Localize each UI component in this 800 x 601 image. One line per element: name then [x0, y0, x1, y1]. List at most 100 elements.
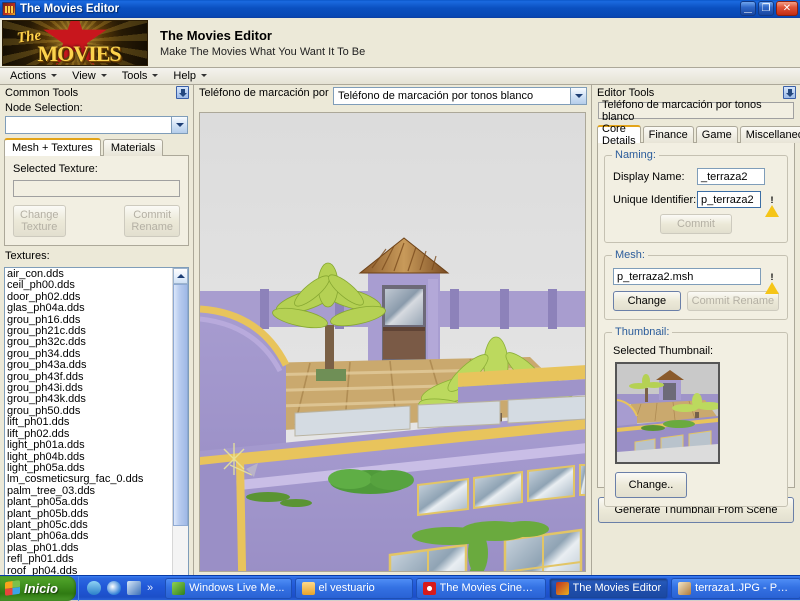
minimize-button[interactable]: _: [740, 0, 756, 16]
menu-actions[interactable]: Actions: [4, 69, 64, 84]
thumbnail-legend: Thumbnail:: [612, 326, 673, 338]
internet-explorer-icon[interactable]: [107, 581, 121, 595]
object-select-combo[interactable]: Teléfono de marcación por tonos blanco: [333, 87, 587, 105]
mesh-group: Mesh: p_terraza2.msh ! Change Commit Ren…: [604, 249, 788, 320]
texture-list-item[interactable]: light_ph01a.dds: [7, 439, 172, 451]
selected-texture-input[interactable]: [13, 180, 180, 197]
textures-scrollbar[interactable]: [172, 268, 188, 591]
tab-core-details[interactable]: Core Details: [597, 123, 641, 147]
node-selection-label: Node Selection:: [5, 102, 83, 114]
texture-list-item[interactable]: plant_ph05a.dds: [7, 496, 172, 508]
mesh-row: p_terraza2.msh !: [613, 268, 779, 294]
banner-subtitle: Make The Movies What You Want It To Be: [160, 45, 366, 58]
commit-naming-button[interactable]: Commit: [660, 214, 732, 234]
display-name-row: Display Name: _terraza2: [613, 168, 779, 185]
taskbar-tasks: Windows Live Me... el vestuario The Movies…: [159, 576, 800, 601]
textures-list[interactable]: air_con.dds ceil_ph00.dds door_ph02.dds gla…: [5, 268, 172, 591]
change-texture-button[interactable]: Change Texture: [13, 205, 66, 237]
commit-rename-texture-button[interactable]: Commit Rename: [124, 205, 180, 237]
object-select-value: Teléfono de marcación por tonos blanco: [338, 90, 534, 102]
banner-title: The Movies Editor: [160, 27, 272, 43]
taskbar-task-button[interactable]: el vestuario: [294, 577, 413, 599]
scrollbar-thumb[interactable]: [173, 284, 188, 526]
commit-rename-mesh-button[interactable]: Commit Rename: [686, 291, 779, 311]
mesh-legend: Mesh:: [612, 249, 648, 261]
viewport-panel: Teléfono de marcación por Teléfono de ma…: [195, 85, 590, 575]
chevron-down-icon[interactable]: [171, 117, 187, 133]
tab-mesh-textures-label: Mesh + Textures: [12, 142, 93, 154]
window-titlebar: The Movies Editor _ ❐ ✕: [0, 0, 800, 18]
unique-identifier-input[interactable]: p_terraza2: [697, 191, 761, 208]
tab-miscellaneous[interactable]: Miscellaneous: [739, 126, 800, 143]
taskbar-task-label: The Movies Editor: [572, 582, 662, 594]
start-button[interactable]: Inicio: [0, 575, 76, 601]
tab-core-details-label: Core Details: [602, 123, 636, 147]
taskbar-task-button[interactable]: The Movies Editor: [548, 577, 669, 599]
taskbar-task-label: terraza1.JPG - Paint: [695, 582, 795, 594]
tab-materials[interactable]: Materials: [102, 139, 164, 156]
warning-triangle-icon: !: [765, 193, 779, 217]
commit-naming-label: Commit: [677, 218, 715, 230]
tab-finance[interactable]: Finance: [642, 126, 694, 143]
selected-thumbnail-label: Selected Thumbnail:: [613, 345, 714, 357]
object-name-display: Teléfono de marcación por tonos blanco: [598, 99, 794, 123]
window-title: The Movies Editor: [20, 3, 120, 15]
window-controls: _ ❐ ✕: [740, 0, 798, 16]
chevron-down-icon: [51, 74, 58, 77]
thumbnail-preview[interactable]: [615, 362, 720, 464]
restore-button[interactable]: ❐: [758, 1, 774, 16]
tab-mesh-textures[interactable]: Mesh + Textures: [4, 138, 101, 156]
pin-down-icon[interactable]: [783, 86, 796, 99]
commit-rename-label-1: Commit: [133, 209, 172, 221]
menu-help[interactable]: Help: [167, 69, 214, 84]
texture-list-item[interactable]: lift_ph01.dds: [7, 416, 172, 428]
texture-button-row: Change Texture Commit Rename: [13, 205, 180, 237]
right-tabstrip: Core Details Finance Game Miscellaneous: [592, 123, 800, 147]
display-name-input[interactable]: _terraza2: [697, 168, 765, 185]
texture-list-item[interactable]: grou_ph43a.dds: [7, 359, 172, 371]
texture-list-item[interactable]: refl_ph01.dds: [7, 553, 172, 565]
taskbar-task-label: el vestuario: [318, 582, 375, 594]
logo-movies-text: MOVIES: [37, 40, 121, 66]
windows-flag-icon: [5, 579, 20, 597]
movies-app-icon: [2, 2, 16, 16]
menu-tools[interactable]: Tools: [116, 69, 166, 84]
texture-list-item[interactable]: glas_ph04a.dds: [7, 302, 172, 314]
change-mesh-button[interactable]: Change: [613, 291, 681, 311]
change-thumbnail-button[interactable]: Change..: [615, 472, 687, 498]
taskbar-task-label: Windows Live Me...: [189, 582, 285, 594]
menu-view[interactable]: View: [66, 69, 114, 84]
more-chevron-icon[interactable]: »: [147, 582, 153, 594]
taskbar-task-button[interactable]: terraza1.JPG - Paint: [671, 577, 800, 599]
opera-icon: [422, 581, 436, 595]
taskbar-task-button[interactable]: Windows Live Me...: [165, 577, 292, 599]
texture-list-item[interactable]: lm_cosmeticsurg_fac_0.dds: [7, 473, 172, 485]
commit-rename-label-2: Rename: [131, 221, 173, 233]
banner-text-block: The Movies Editor Make The Movies What Y…: [160, 28, 365, 58]
close-button[interactable]: ✕: [776, 1, 798, 16]
thumbnail-group: Thumbnail: Selected Thumbnail: Change..: [604, 326, 788, 507]
restore-icon: ❐: [761, 3, 771, 14]
show-desktop-icon[interactable]: [87, 581, 101, 595]
change-thumbnail-label: Change..: [628, 479, 674, 491]
chevron-down-icon: [152, 74, 159, 77]
scrollbar-track[interactable]: [173, 284, 188, 575]
main-area: Common Tools Node Selection: Mesh + Text…: [0, 85, 800, 592]
pin-down-icon[interactable]: [176, 86, 189, 99]
media-player-icon[interactable]: [127, 581, 141, 595]
scroll-up-button[interactable]: [173, 268, 188, 284]
mesh-input[interactable]: p_terraza2.msh: [613, 268, 761, 285]
tab-game-label: Game: [701, 129, 732, 141]
textures-listbox[interactable]: air_con.dds ceil_ph00.dds door_ph02.dds gla…: [4, 267, 189, 592]
tab-game[interactable]: Game: [695, 126, 738, 143]
quick-launch-bar: »: [78, 575, 159, 601]
chevron-down-icon[interactable]: [570, 88, 586, 104]
selected-texture-label: Selected Texture:: [13, 163, 98, 175]
naming-legend: Naming:: [612, 149, 659, 161]
node-selection-combo[interactable]: [5, 116, 188, 134]
3d-viewport[interactable]: [199, 112, 586, 572]
menu-help-label: Help: [173, 69, 197, 82]
windows-taskbar: Inicio » Windows Live Me... el vestuario T…: [0, 575, 800, 601]
taskbar-task-button[interactable]: The Movies Cinem...: [415, 577, 546, 599]
common-tools-header: Common Tools: [0, 85, 193, 100]
